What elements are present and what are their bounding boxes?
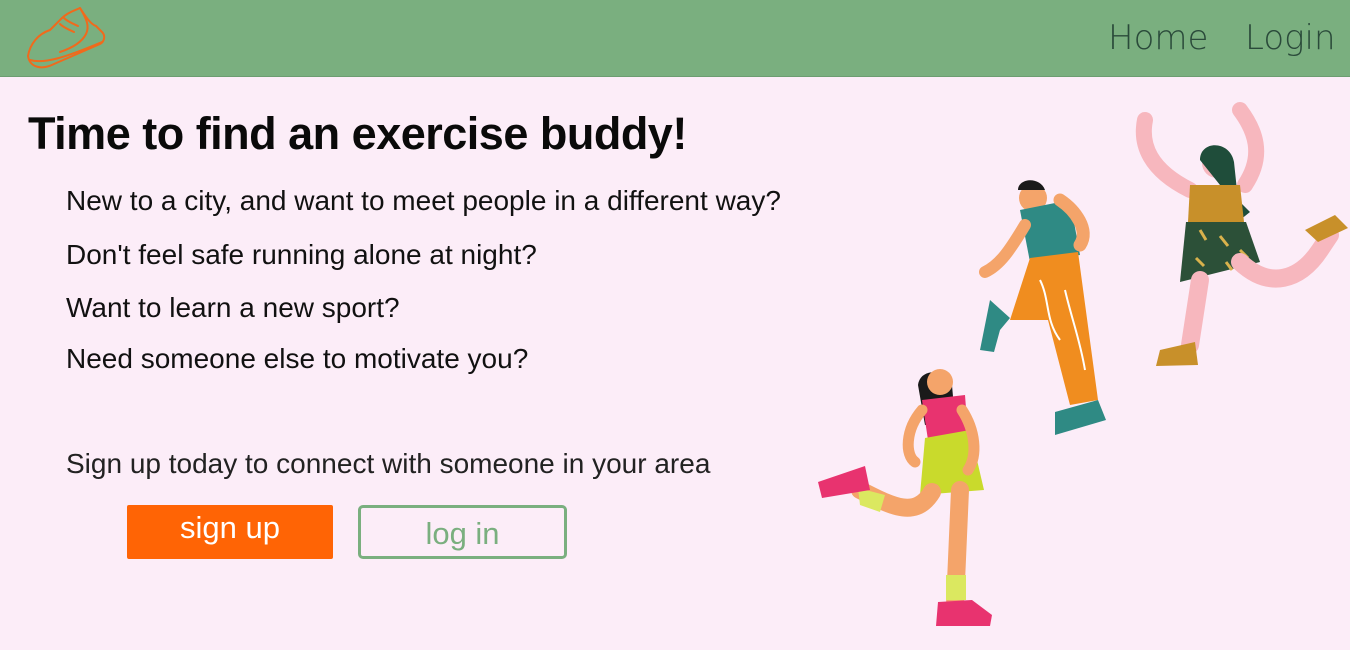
page-title: Time to find an exercise buddy! bbox=[28, 108, 687, 159]
running-woman-figure bbox=[818, 369, 992, 626]
question-item: Want to learn a new sport? bbox=[66, 292, 400, 323]
navbar: Home Login bbox=[0, 0, 1350, 77]
cta-text: Sign up today to connect with someone in… bbox=[66, 448, 711, 479]
question-item: New to a city, and want to meet people i… bbox=[66, 185, 781, 216]
nav-login-link[interactable]: Login bbox=[1245, 18, 1336, 58]
dancing-woman-figure bbox=[1135, 102, 1348, 366]
nav-home-link[interactable]: Home bbox=[1108, 18, 1208, 58]
runners-illustration bbox=[818, 102, 1348, 626]
sign-up-button[interactable]: sign up bbox=[127, 505, 333, 559]
question-item: Don't feel safe running alone at night? bbox=[66, 239, 537, 270]
log-in-button[interactable]: log in bbox=[358, 505, 567, 559]
running-man-figure bbox=[979, 180, 1106, 435]
question-item: Need someone else to motivate you? bbox=[66, 343, 529, 374]
sneaker-icon[interactable] bbox=[24, 4, 108, 72]
